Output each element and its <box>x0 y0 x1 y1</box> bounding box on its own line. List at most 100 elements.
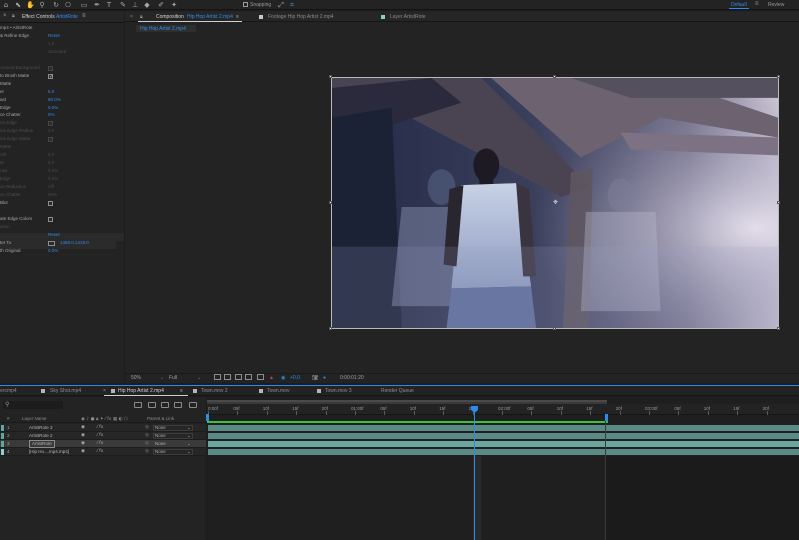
layer-duration-bar[interactable] <box>208 425 799 431</box>
tab-layer[interactable]: Layer ArtistRote <box>390 14 426 20</box>
transform-handle[interactable] <box>777 201 780 204</box>
effect-property-checkbox[interactable] <box>48 216 53 222</box>
layer-name[interactable]: ArtistRote 3 <box>29 424 53 432</box>
chevron-down-icon[interactable]: ⌄ <box>187 448 191 456</box>
tab-footage[interactable]: Footage Hip Hop Artist 2.mp4 <box>268 14 334 20</box>
region-of-interest-icon[interactable] <box>214 374 221 380</box>
pick-whip-icon[interactable]: ◎ <box>145 432 149 440</box>
timeline-tab[interactable]: Town.mov 2 <box>201 388 228 394</box>
effect-property-checkbox[interactable] <box>48 121 53 127</box>
layer-row[interactable]: 1 ArtistRote 3 ◉ ⁄ fx ◎ None ⌄ <box>0 424 206 432</box>
effect-property-value[interactable]: 0.0 <box>48 159 54 167</box>
selection-tool-icon[interactable]: ⬉ <box>14 1 22 9</box>
snap-features-icon[interactable]: ⌗ <box>288 1 296 9</box>
tab-composition[interactable]: Composition <box>156 14 184 20</box>
chevron-down-icon[interactable]: ⌄ <box>160 375 164 381</box>
roto-brush-tool-icon[interactable]: ✐ <box>157 1 165 9</box>
workspace-menu-icon[interactable]: ≡ <box>755 1 759 7</box>
draft-3d-icon[interactable] <box>148 402 156 408</box>
layer-row[interactable]: 4 [Hip Ho....mp4.mp4] ◉ ⁄ fx ◎ None ⌄ <box>0 448 206 456</box>
effect-property-value[interactable]: Reset <box>48 32 60 40</box>
effect-property-value[interactable]: 3.0 <box>48 127 54 135</box>
effect-property-value[interactable]: Off <box>48 183 54 191</box>
layer-switches[interactable]: ⁄ fx <box>97 448 103 456</box>
home-icon[interactable]: ⌂ <box>2 1 10 9</box>
clone-stamp-tool-icon[interactable]: ⊥ <box>131 1 139 9</box>
effect-property-checkbox[interactable] <box>48 137 53 143</box>
transform-handle[interactable] <box>329 327 332 330</box>
layer-label-color[interactable] <box>1 433 4 439</box>
layer-name[interactable]: [Hip Ho....mp4.mp4] <box>29 448 69 456</box>
time-navigator-range[interactable] <box>207 400 607 402</box>
anchor-point-icon[interactable]: ⌖ <box>551 199 560 208</box>
panel-menu-icon[interactable]: ≡ <box>180 388 183 394</box>
crosshair-icon[interactable] <box>48 240 55 246</box>
pick-whip-icon[interactable]: ◎ <box>145 440 149 448</box>
chevron-down-icon[interactable]: ⌄ <box>187 432 191 440</box>
timeline-tab-active[interactable]: Hip Hop Artist 2.mp4 <box>118 388 164 394</box>
effect-property-value[interactable]: Standard <box>48 48 66 56</box>
show-snapshot-icon[interactable]: ● <box>323 375 326 381</box>
timeline-tab[interactable]: Town.mov 3 <box>325 388 352 394</box>
snapshot-camera-icon[interactable]: 📷︎ <box>312 375 318 381</box>
transform-handle[interactable] <box>553 75 556 78</box>
snap-edges-icon[interactable]: ⤢ <box>277 1 285 9</box>
layer-duration-bar[interactable] <box>208 441 799 447</box>
layer-row[interactable]: 2 ArtistRote 2 ◉ ⁄ fx ◎ None ⌄ <box>0 432 206 440</box>
resolution-select[interactable]: Full <box>169 375 177 381</box>
eraser-tool-icon[interactable]: ◆ <box>143 1 151 9</box>
layer-name[interactable]: ArtistRote <box>29 440 55 448</box>
panel-menu-icon[interactable]: ≡ <box>82 13 86 19</box>
lock-icon[interactable]: 🔒︎ <box>140 14 143 20</box>
close-icon[interactable]: × <box>130 14 133 20</box>
transform-handle[interactable] <box>329 75 332 78</box>
pen-tool-icon[interactable]: ✒ <box>93 1 101 9</box>
close-icon[interactable]: × <box>3 13 7 19</box>
timeline-tab[interactable]: Sky Shot.mp4 <box>50 388 81 394</box>
motion-blur-icon[interactable] <box>189 402 197 408</box>
effect-controls-tab[interactable]: Effect Controls <box>22 14 55 20</box>
effect-property-checkbox[interactable] <box>48 73 53 81</box>
effect-property-value[interactable]: 80.0% <box>48 96 61 104</box>
frame-blending-icon[interactable] <box>174 402 182 408</box>
effect-property-value[interactable]: 0.0% <box>48 247 58 255</box>
effect-property-value[interactable]: 0.0% <box>48 175 58 183</box>
effect-property-value[interactable]: 5.0 <box>48 88 54 96</box>
timeline-tab[interactable]: ercmp4 <box>0 388 17 394</box>
transform-handle[interactable] <box>777 327 780 330</box>
layer-switches[interactable]: ⁄ fx <box>97 424 103 432</box>
zoom-tool-icon[interactable]: ⚲ <box>38 1 46 9</box>
effect-property-value[interactable]: Reset <box>48 231 60 239</box>
effect-property-checkbox[interactable] <box>48 65 53 71</box>
shy-layers-icon[interactable] <box>161 402 169 408</box>
puppet-pin-tool-icon[interactable]: ✦ <box>170 1 178 9</box>
layer-duration-bar[interactable] <box>208 449 799 455</box>
eye-icon[interactable]: ◉ <box>81 432 85 440</box>
exposure-value[interactable]: +0.0 <box>290 375 300 381</box>
column-layer-name-header[interactable]: Layer Name <box>22 416 47 421</box>
layer-row[interactable]: 3 ArtistRote ◉ ⁄ fx ◎ None ⌄ <box>0 440 206 448</box>
current-time-display[interactable]: 0:00:01:20 <box>340 375 364 381</box>
guides-icon[interactable] <box>245 374 252 380</box>
panel-menu-icon[interactable]: ≡ <box>236 14 239 20</box>
effect-property-checkbox[interactable] <box>48 200 53 206</box>
effect-property-value[interactable]: 0.0% <box>48 167 58 175</box>
tab-composition-name[interactable]: Hip Hop Artist 2.mp4 <box>187 14 233 20</box>
brush-tool-icon[interactable]: ✎ <box>119 1 127 9</box>
close-icon[interactable]: × <box>103 388 106 394</box>
layer-search-input[interactable] <box>3 401 63 409</box>
lock-icon[interactable]: 🔒︎ <box>12 13 15 19</box>
effect-property-value[interactable]: 1469.0,1419.0 <box>60 239 89 247</box>
comp-mini-flowchart-icon[interactable] <box>134 402 142 408</box>
eye-icon[interactable]: ◉ <box>81 448 85 456</box>
layer-label-color[interactable] <box>1 449 4 455</box>
chevron-down-icon[interactable]: ⌄ <box>187 440 191 448</box>
column-parent-header[interactable]: Parent & Link <box>147 416 174 421</box>
layer-label-color[interactable] <box>1 441 4 447</box>
effect-property-value[interactable]: 0.0% <box>48 104 58 112</box>
rotate-tool-icon[interactable]: ↻ <box>52 1 60 9</box>
timeline-tab[interactable]: Render Queue <box>381 388 414 394</box>
effect-property-value[interactable]: 0.0 <box>48 151 54 159</box>
pick-whip-icon[interactable]: ◎ <box>145 424 149 432</box>
chevron-down-icon[interactable]: ⌄ <box>187 424 191 432</box>
